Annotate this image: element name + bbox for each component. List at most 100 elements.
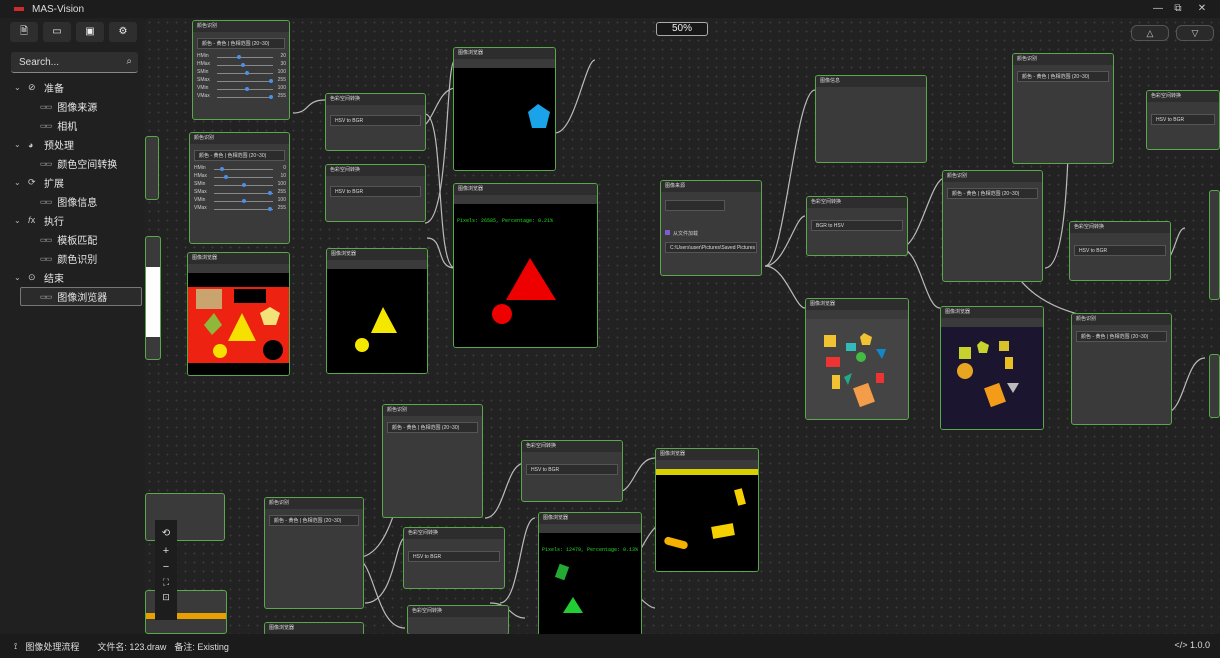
- conversion-select[interactable]: HSV to BGR: [330, 115, 421, 126]
- node-title: 图像浏览器: [806, 299, 908, 310]
- conversion-select[interactable]: HSV to BGR: [408, 551, 500, 562]
- color-convert-node[interactable]: 色彩空间转换 HSV to BGR: [325, 164, 426, 222]
- color-detect-node[interactable]: 颜色识别 颜色 - 黄色 | 色相范围 (20~30): [942, 170, 1043, 282]
- load-file-checkbox[interactable]: 从文件加载: [661, 230, 761, 238]
- partial-node[interactable]: [1209, 354, 1220, 418]
- color-detect-node[interactable]: 颜色识别 颜色 - 黄色 | 色相范围 (20~30): [382, 404, 483, 518]
- color-detect-node[interactable]: 颜色识别 颜色 - 黄色 | 色相范围 (20~30): [1012, 53, 1114, 164]
- extension-icon: ⟳: [28, 177, 36, 187]
- node-canvas[interactable]: 50% △ ▽ 颜色识别 颜色 - 黄色 | 色相范围 (20~30) HMin…: [145, 18, 1220, 634]
- conversion-select[interactable]: HSV to BGR: [330, 186, 421, 197]
- tree-item-color-convert[interactable]: ▭▭ 颜色空间转换: [10, 154, 142, 173]
- tree-item-image-viewer[interactable]: ▭▭ 图像浏览器: [20, 287, 142, 306]
- slider-row[interactable]: HMin 0: [190, 165, 289, 173]
- image-viewer-node[interactable]: 图像浏览器 Pixels: 26585, Percentage: 0.21%: [453, 183, 598, 348]
- color-convert-node[interactable]: 色彩空间转换 HSV to BGR: [325, 93, 426, 151]
- partial-node[interactable]: [1209, 190, 1220, 300]
- node-title: 图像浏览器: [327, 249, 427, 260]
- mode-select[interactable]: 颜色 - 黄色 | 色相范围 (20~30): [1076, 331, 1167, 342]
- tree-item-camera[interactable]: ▭▭ 相机: [10, 116, 142, 135]
- zoom-level[interactable]: 50%: [656, 22, 708, 36]
- color-convert-node[interactable]: 色彩空间转换 HSV to BGR: [1069, 221, 1171, 281]
- conversion-select[interactable]: HSV to BGR: [1074, 245, 1166, 256]
- color-convert-node[interactable]: 色彩空间转换 HSV to BGR: [521, 440, 623, 502]
- zoom-out-icon[interactable]: −: [155, 561, 177, 573]
- image-viewer-node[interactable]: 图像浏览器: [453, 47, 556, 171]
- slider-row[interactable]: VMin 100: [193, 85, 289, 93]
- tree-category-end[interactable]: ⌄ ⊙ 结束: [10, 268, 142, 287]
- fit-view-icon[interactable]: ⛶: [155, 577, 177, 588]
- image-viewer-node[interactable]: 图像浏览器: [940, 306, 1044, 430]
- color-detect-node[interactable]: 颜色识别 颜色 - 黄色 | 色相范围 (20~30) HMin 0 HMax 10…: [189, 132, 290, 244]
- triangle-up-icon[interactable]: △: [1131, 25, 1169, 41]
- tree-category-extension[interactable]: ⌄ ⟳ 扩展: [10, 173, 142, 192]
- triangle-down-icon[interactable]: ▽: [1176, 25, 1214, 41]
- maximize-button[interactable]: ⧉: [1168, 2, 1188, 16]
- tree-category-preprocess[interactable]: ⌄ ◕ 预处理: [10, 135, 142, 154]
- reset-view-icon[interactable]: ⟲: [155, 528, 177, 539]
- partial-image-node[interactable]: [145, 236, 161, 360]
- tree-item-template-match[interactable]: ▭▭ 模板匹配: [10, 230, 142, 249]
- image-viewer-node[interactable]: 图像浏览器: [655, 448, 759, 572]
- gear-icon[interactable]: ⚙: [109, 22, 137, 42]
- mode-select[interactable]: 颜色 - 黄色 | 色相范围 (20~30): [194, 150, 285, 161]
- folder-icon[interactable]: ▭: [43, 22, 71, 42]
- slider-row[interactable]: VMax 255: [190, 205, 289, 213]
- slider-row[interactable]: VMin 100: [190, 197, 289, 205]
- image-viewer-node[interactable]: 图像浏览器: [805, 298, 909, 420]
- lock-icon[interactable]: ⊡: [155, 592, 177, 603]
- conversion-select[interactable]: BGR to HSV: [811, 220, 903, 231]
- conversion-select[interactable]: HSV to BGR: [1151, 114, 1215, 125]
- zoom-in-icon[interactable]: +: [155, 545, 177, 557]
- node-icon: ▭▭: [40, 103, 52, 111]
- color-convert-node[interactable]: 色彩空间转换 HSV to BGR: [403, 527, 505, 589]
- mode-select[interactable]: 颜色 - 黄色 | 色相范围 (20~30): [269, 515, 359, 526]
- title-bar: MAS-Vision — ⧉ ✕: [0, 0, 1220, 18]
- mode-select[interactable]: 颜色 - 黄色 | 色相范围 (20~30): [947, 188, 1038, 199]
- save-icon[interactable]: ▣: [76, 22, 104, 42]
- slider-row[interactable]: SMax 255: [190, 189, 289, 197]
- slider-row[interactable]: SMin 100: [190, 181, 289, 189]
- slider-row[interactable]: SMin 100: [193, 69, 289, 77]
- color-detect-node[interactable]: 颜色识别 颜色 - 黄色 | 色相范围 (20~30): [264, 497, 364, 609]
- image-info-node[interactable]: 图像信息: [815, 75, 927, 163]
- tree-item-label: 颜色空间转换: [57, 160, 118, 171]
- mode-select[interactable]: 颜色 - 黄色 | 色相范围 (20~30): [1017, 71, 1109, 82]
- image-viewer-node[interactable]: 图像浏览器: [326, 248, 428, 374]
- file-name: 文件名: 123.draw: [97, 642, 167, 652]
- slider-row[interactable]: VMax 255: [193, 93, 289, 101]
- conversion-select[interactable]: HSV to BGR: [526, 464, 618, 475]
- flow-name[interactable]: 图像处理流程: [25, 640, 79, 653]
- slider-row[interactable]: HMin 20: [193, 53, 289, 61]
- image-viewer-node[interactable]: 图像浏览器 Pixels: 12479, Percentage: 0.13%: [538, 512, 642, 634]
- note-text: 备注: Existing: [174, 642, 229, 652]
- color-convert-node[interactable]: 色彩空间转换 HSV to BGR: [1146, 90, 1220, 150]
- mode-select[interactable]: 颜色 - 黄色 | 色相范围 (20~30): [197, 38, 285, 49]
- tree-item-color-detect[interactable]: ▭▭ 颜色识别: [10, 249, 142, 268]
- partial-node[interactable]: [145, 136, 159, 200]
- slider-row[interactable]: HMax 30: [193, 61, 289, 69]
- color-convert-node[interactable]: 色彩空间转换 BGR to HSV: [806, 196, 908, 256]
- file-path-input[interactable]: C:\Users\user\Pictures\Saved Pictures: [665, 242, 757, 253]
- tree-item-image-info[interactable]: ▭▭ 图像信息: [10, 192, 142, 211]
- image-viewer-node[interactable]: 图像浏览器: [264, 622, 364, 634]
- search-input[interactable]: Search... ⌕: [11, 52, 138, 73]
- color-convert-node[interactable]: 色彩空间转换: [407, 605, 509, 634]
- image-source-node[interactable]: 图像来源 从文件加载 C:\Users\user\Pictures\Saved …: [660, 180, 762, 276]
- new-file-icon[interactable]: 🗎: [10, 22, 38, 42]
- image-viewer-node[interactable]: 图像浏览器: [187, 252, 290, 376]
- tree-item-image-source[interactable]: ▭▭ 图像来源: [10, 97, 142, 116]
- color-detect-node[interactable]: 颜色识别 颜色 - 黄色 | 色相范围 (20~30): [1071, 313, 1172, 425]
- tree-category-prepare[interactable]: ⌄ ⊘ 准备: [10, 78, 142, 97]
- mode-select[interactable]: 颜色 - 黄色 | 色相范围 (20~30): [387, 422, 478, 433]
- minimize-button[interactable]: —: [1148, 2, 1168, 16]
- status-bar: ⟟ 图像处理流程 文件名: 123.draw 备注: Existing </> …: [0, 634, 1220, 658]
- node-title: 颜色识别: [1013, 54, 1113, 65]
- close-button[interactable]: ✕: [1192, 2, 1212, 16]
- tree-item-label: 颜色识别: [57, 255, 98, 266]
- source-select[interactable]: [665, 200, 725, 211]
- slider-row[interactable]: HMax 10: [190, 173, 289, 181]
- tree-category-execute[interactable]: ⌄ 𝑓x 执行: [10, 211, 142, 230]
- color-detect-node[interactable]: 颜色识别 颜色 - 黄色 | 色相范围 (20~30) HMin 20 HMax 3…: [192, 20, 290, 120]
- slider-row[interactable]: SMax 255: [193, 77, 289, 85]
